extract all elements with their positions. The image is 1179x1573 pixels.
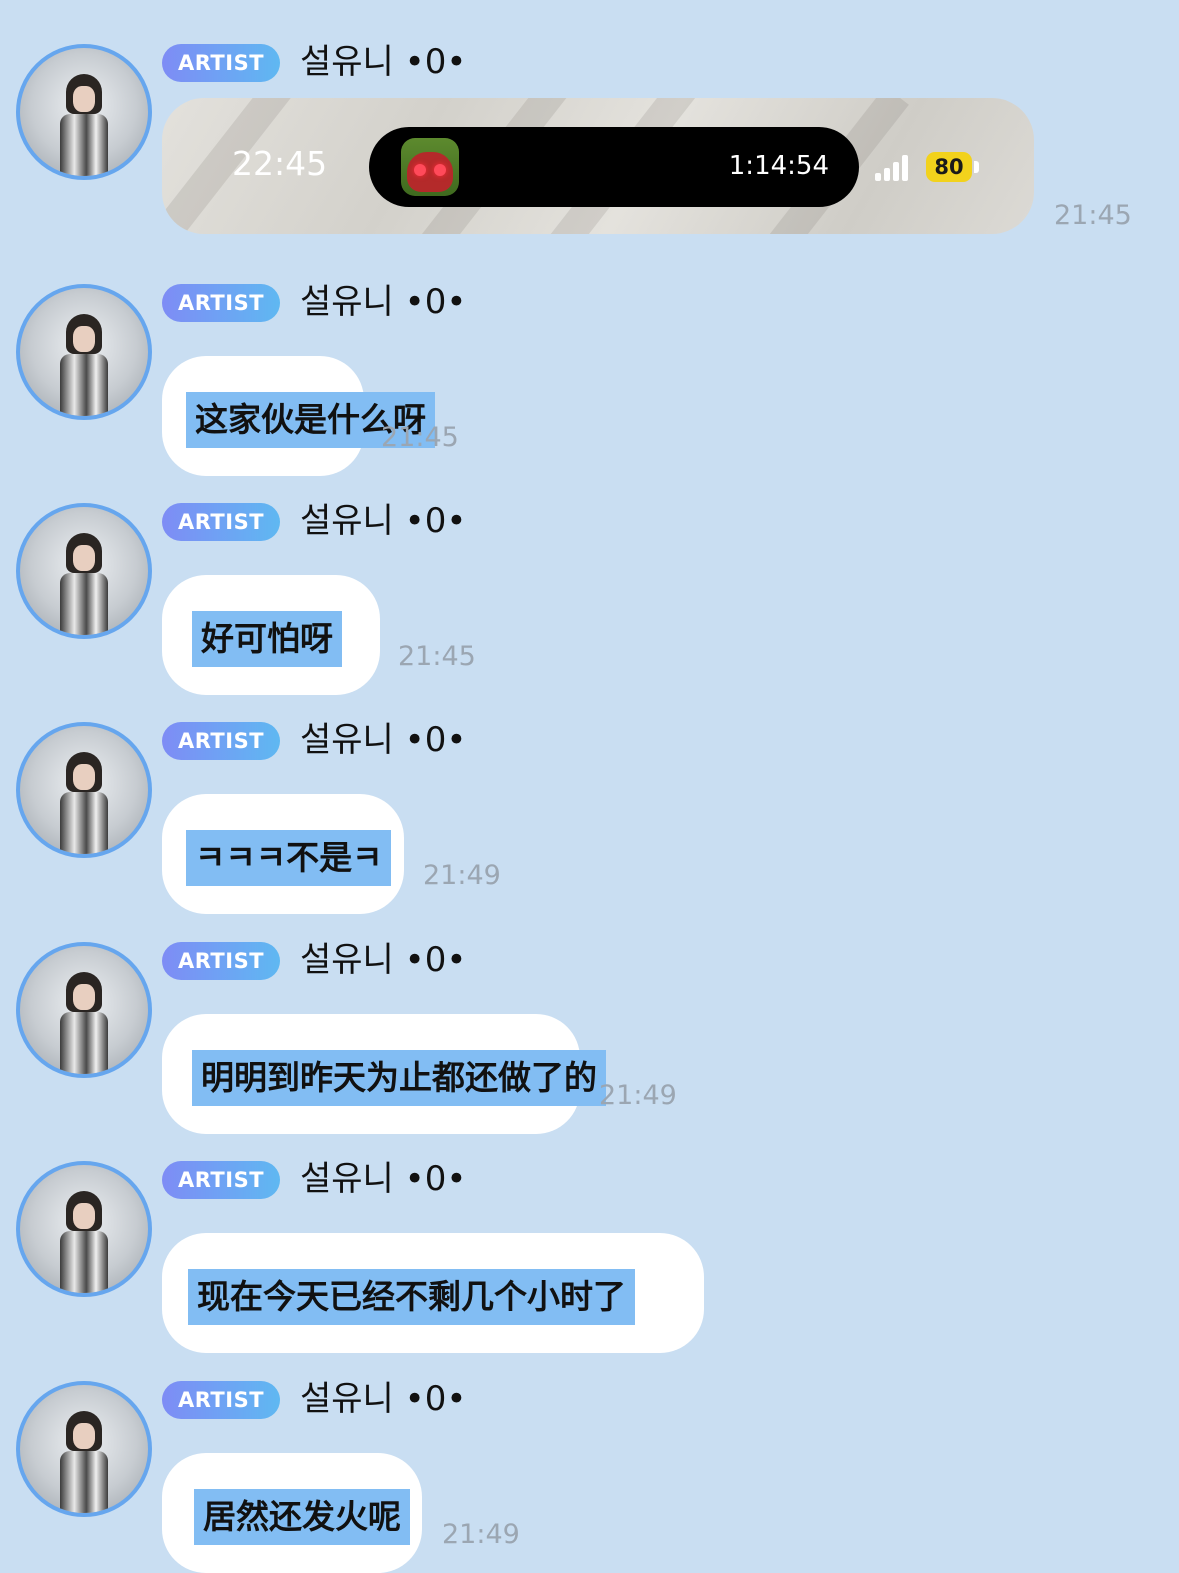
avatar[interactable] (16, 942, 152, 1078)
message-row: ARTIST 설유니 •0• 居然还发火呢 21:49 (0, 1337, 1179, 1573)
message-timestamp: 21:45 (381, 422, 459, 453)
message-text: 居然还发火呢 (194, 1489, 410, 1545)
screenshot-clock: 22:45 (232, 144, 328, 183)
avatar[interactable] (16, 1161, 152, 1297)
artist-badge: ARTIST (162, 942, 280, 980)
battery-icon: 80 (926, 152, 972, 182)
message-row: ARTIST 설유니 •0• 明明到昨天为止都还做了的 21:49 (0, 898, 1179, 1134)
sender-name: 설유니 •0• (300, 1159, 467, 1199)
sender-name: 설유니 •0• (300, 42, 467, 82)
message-row: ARTIST 설유니 •0• 现在今天已经不剩几个小时了 (0, 1117, 1179, 1353)
avatar[interactable] (16, 503, 152, 639)
avatar[interactable] (16, 44, 152, 180)
message-text: 好可怕呀 (192, 611, 342, 667)
avatar[interactable] (16, 722, 152, 858)
message-bubble[interactable]: 居然还发火呢 (162, 1453, 422, 1573)
message-timestamp: 21:49 (599, 1080, 677, 1111)
message-timestamp: 21:45 (1054, 200, 1132, 231)
message-bubble[interactable]: 现在今天已经不剩几个小时了 (162, 1233, 704, 1353)
message-timestamp: 21:49 (442, 1519, 520, 1550)
artist-badge: ARTIST (162, 1381, 280, 1419)
artist-badge: ARTIST (162, 1161, 280, 1199)
message-timestamp: 21:49 (423, 860, 501, 891)
artist-badge: ARTIST (162, 722, 280, 760)
message-row: ARTIST 설유니 •0• 这家伙是什么呀 21:45 (0, 240, 1179, 476)
artist-badge: ARTIST (162, 503, 280, 541)
message-bubble[interactable]: ㅋㅋㅋ不是ㅋ (162, 794, 404, 914)
sender-name: 설유니 •0• (300, 1379, 467, 1419)
signal-icon (875, 155, 915, 181)
artist-badge: ARTIST (162, 44, 280, 82)
screenshot-timer: 1:14:54 (728, 151, 829, 181)
dynamic-island: 1:14:54 (369, 127, 859, 207)
owl-app-icon (401, 138, 459, 196)
message-row: ARTIST 설유니 •0• ㅋㅋㅋ不是ㅋ 21:49 (0, 678, 1179, 914)
battery-tip (974, 161, 979, 173)
avatar[interactable] (16, 284, 152, 420)
message-bubble[interactable]: 好可怕呀 (162, 575, 380, 695)
sender-name: 설유니 •0• (300, 282, 467, 322)
message-bubble[interactable]: 明明到昨天为止都还做了的 (162, 1014, 606, 1134)
avatar[interactable] (16, 1381, 152, 1517)
message-text: 明明到昨天为止都还做了的 (192, 1050, 606, 1106)
image-attachment[interactable]: 22:45 1:14:54 80 (162, 98, 1034, 234)
sender-name: 설유니 •0• (300, 501, 467, 541)
message-bubble[interactable]: 这家伙是什么呀 (162, 356, 435, 476)
message-timestamp: 21:45 (398, 641, 476, 672)
message-text: 现在今天已经不剩几个小时了 (188, 1269, 635, 1325)
sender-name: 설유니 •0• (300, 940, 467, 980)
sender-name: 설유니 •0• (300, 720, 467, 760)
message-row: ARTIST 설유니 •0• 好可怕呀 21:45 (0, 459, 1179, 695)
artist-badge: ARTIST (162, 284, 280, 322)
message-text: ㅋㅋㅋ不是ㅋ (186, 830, 392, 886)
message-row: ARTIST 설유니 •0• 22:45 1:14:54 80 21:45 (0, 0, 1179, 234)
